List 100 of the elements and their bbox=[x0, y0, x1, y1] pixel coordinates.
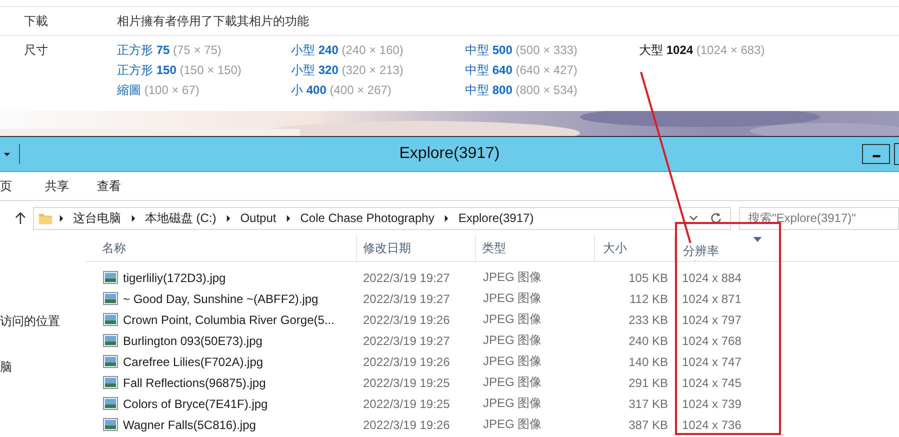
row-label: 尺寸 bbox=[24, 42, 49, 59]
size-dimensions: (75 × 75) bbox=[173, 43, 222, 57]
size-dimensions: (100 × 67) bbox=[144, 83, 200, 97]
table-cell: 2022/3/19 19:25 bbox=[363, 396, 450, 410]
size-dimensions: (240 × 160) bbox=[342, 43, 404, 57]
minimize-button[interactable] bbox=[862, 144, 890, 164]
chevron-icon[interactable] bbox=[444, 214, 450, 222]
table-cell: 1024 x 745 bbox=[682, 376, 742, 390]
size-link[interactable]: 小型 240 bbox=[291, 43, 338, 57]
size-link[interactable]: 大型 1024 bbox=[639, 43, 694, 57]
download-notice: 相片擁有者停用了下載其相片的功能 bbox=[117, 12, 309, 30]
ribbon-tab[interactable]: 查看 bbox=[97, 178, 121, 194]
dropdown-caret-icon[interactable] bbox=[3, 152, 11, 156]
table-cell: 2022/3/19 19:26 bbox=[363, 418, 450, 432]
table-cell: 1024 x 747 bbox=[682, 354, 742, 368]
dropdown-icon[interactable] bbox=[689, 215, 698, 221]
address-bar[interactable]: 这台电脑 本地磁盘 (C:) Output Cole Chase Photography Explore(3917) bbox=[32, 206, 731, 230]
breadcrumb[interactable]: Explore(3917) bbox=[458, 211, 534, 225]
maximize-button[interactable] bbox=[894, 143, 899, 165]
breadcrumb[interactable]: Cole Chase Photography bbox=[300, 211, 434, 225]
up-arrow-icon[interactable] bbox=[15, 212, 26, 224]
table-cell: 2022/3/19 19:27 bbox=[363, 292, 450, 306]
image-file-icon bbox=[103, 376, 118, 389]
file-name[interactable]: Colors of Bryce(7E41F).jpg bbox=[123, 396, 268, 410]
image-file-icon bbox=[103, 355, 118, 368]
table-cell: 105 KB bbox=[628, 270, 668, 284]
file-name[interactable]: Wagner Falls(5C816).jpg bbox=[123, 418, 256, 432]
size-link[interactable]: 小 400 bbox=[291, 83, 326, 97]
size-dimensions: (400 × 267) bbox=[330, 83, 392, 97]
size-dimensions: (800 × 534) bbox=[516, 83, 578, 97]
file-name[interactable]: Fall Reflections(96875).jpg bbox=[123, 376, 266, 390]
size-link[interactable]: 縮圖 bbox=[117, 83, 141, 97]
table-cell: 1024 x 871 bbox=[682, 292, 742, 306]
size-dimensions: (320 × 213) bbox=[342, 63, 404, 77]
table-cell: JPEG 图像 bbox=[483, 354, 542, 368]
column-header[interactable]: 分辨率 bbox=[675, 235, 770, 261]
size-link[interactable]: 正方形 75 bbox=[117, 43, 170, 57]
table-cell: 140 KB bbox=[628, 354, 668, 368]
table-cell: 1024 x 797 bbox=[682, 312, 742, 326]
row-label: 下載 bbox=[24, 12, 49, 30]
file-name[interactable]: Carefree Lilies(F702A).jpg bbox=[123, 354, 264, 368]
size-link[interactable]: 小型 320 bbox=[291, 63, 338, 77]
column-header[interactable]: 大小 bbox=[595, 235, 675, 261]
table-cell: 112 KB bbox=[630, 292, 668, 306]
size-dimensions: (640 × 427) bbox=[516, 63, 578, 77]
image-file-icon bbox=[103, 418, 118, 431]
image-file-icon bbox=[103, 292, 118, 305]
table-cell: 317 KB bbox=[628, 396, 668, 410]
table-cell: 387 KB bbox=[628, 418, 668, 432]
table-cell: 2022/3/19 19:27 bbox=[363, 270, 450, 284]
file-name[interactable]: Burlington 093(50E73).jpg bbox=[123, 334, 262, 348]
table-cell: 1024 x 768 bbox=[682, 334, 742, 348]
size-link[interactable]: 中型 640 bbox=[465, 63, 512, 77]
column-header[interactable]: 修改日期 bbox=[357, 235, 476, 261]
breadcrumb[interactable]: 这台电脑 bbox=[72, 210, 121, 226]
breadcrumb[interactable]: 本地磁盘 (C:) bbox=[144, 210, 216, 226]
table-cell: 2022/3/19 19:27 bbox=[363, 334, 450, 348]
size-link[interactable]: 中型 800 bbox=[465, 83, 512, 97]
file-name[interactable]: ~ Good Day, Sunshine ~(ABFF2).jpg bbox=[123, 292, 318, 306]
table-cell: 233 KB bbox=[628, 312, 668, 326]
table-cell: JPEG 图像 bbox=[483, 312, 542, 326]
window-title: Explore(3917) bbox=[398, 145, 501, 163]
breadcrumb[interactable]: Output bbox=[240, 211, 276, 225]
table-cell: 1024 x 884 bbox=[682, 270, 742, 284]
table-cell: 291 KB bbox=[628, 376, 668, 390]
minimize-icon bbox=[872, 155, 880, 158]
table-cell: 1024 x 739 bbox=[682, 396, 742, 410]
chevron-icon[interactable] bbox=[226, 214, 232, 222]
ribbon-tab[interactable]: 共享 bbox=[45, 178, 69, 194]
table-cell: JPEG 图像 bbox=[483, 291, 542, 305]
table-cell: JPEG 图像 bbox=[483, 375, 542, 389]
column-header[interactable]: 名称 bbox=[86, 235, 357, 261]
table-cell: 2022/3/19 19:25 bbox=[363, 376, 450, 390]
refresh-icon[interactable] bbox=[710, 212, 722, 224]
sidebar-item[interactable]: 访问的位置 bbox=[0, 313, 60, 330]
image-file-icon bbox=[103, 313, 118, 326]
table-cell: 2022/3/19 19:26 bbox=[363, 354, 450, 368]
chevron-icon[interactable] bbox=[130, 214, 136, 222]
table-cell: 1024 x 736 bbox=[682, 418, 742, 432]
chevron-icon[interactable] bbox=[286, 214, 292, 222]
size-dimensions: (150 × 150) bbox=[180, 63, 242, 77]
image-file-icon bbox=[103, 271, 118, 284]
table-cell: JPEG 图像 bbox=[483, 396, 542, 410]
chevron-icon[interactable] bbox=[58, 214, 64, 222]
file-name[interactable]: tigerliliy(172D3).jpg bbox=[123, 270, 226, 284]
file-name[interactable]: Crown Point, Columbia River Gorge(5... bbox=[123, 312, 334, 326]
table-cell: JPEG 图像 bbox=[483, 333, 542, 347]
image-file-icon bbox=[103, 397, 118, 410]
size-dimensions: (500 × 333) bbox=[516, 43, 578, 57]
table-cell: JPEG 图像 bbox=[483, 270, 542, 284]
table-cell: 2022/3/19 19:26 bbox=[363, 312, 450, 326]
sidebar-item[interactable]: 脑 bbox=[0, 359, 12, 376]
column-header[interactable]: 类型 bbox=[476, 235, 595, 261]
table-cell: 240 KB bbox=[628, 334, 668, 348]
image-file-icon bbox=[103, 334, 118, 347]
size-link[interactable]: 正方形 150 bbox=[117, 63, 176, 77]
table-cell: JPEG 图像 bbox=[483, 417, 542, 431]
ribbon-tab[interactable]: 页 bbox=[0, 178, 12, 194]
size-link[interactable]: 中型 500 bbox=[465, 43, 512, 57]
size-dimensions: (1024 × 683) bbox=[696, 43, 765, 57]
